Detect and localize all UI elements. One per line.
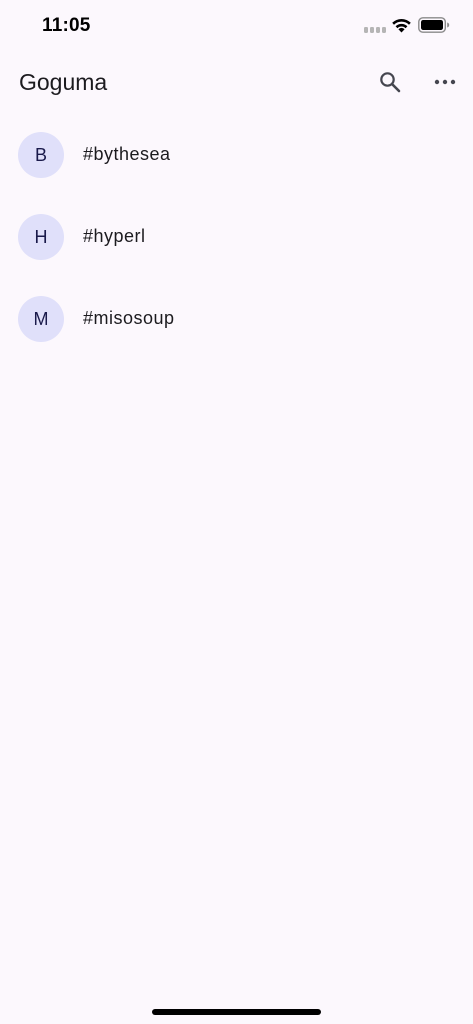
- channel-avatar: B: [18, 132, 64, 178]
- more-horizontal-icon: [434, 79, 456, 85]
- channel-list-item[interactable]: M #misosoup: [0, 278, 473, 360]
- channel-avatar: H: [18, 214, 64, 260]
- app-bar: Goguma: [0, 56, 473, 112]
- status-time: 11:05: [42, 15, 91, 36]
- status-bar: 11:05: [0, 0, 473, 54]
- channel-avatar: M: [18, 296, 64, 342]
- channel-name: #hyperl: [83, 226, 146, 246]
- home-indicator[interactable]: [152, 1009, 321, 1015]
- more-options-button[interactable]: [423, 60, 467, 104]
- app-title: Goguma: [19, 69, 108, 95]
- channel-name: #misosoup: [83, 308, 175, 328]
- wifi-icon: [392, 19, 411, 33]
- channel-list-item[interactable]: H #hyperl: [0, 196, 473, 278]
- cellular-signal-icon: [364, 27, 386, 33]
- search-icon: [380, 72, 401, 93]
- search-button[interactable]: [368, 60, 412, 104]
- channel-list-item[interactable]: B #bythesea: [0, 114, 473, 196]
- battery-icon: [418, 17, 450, 33]
- channel-list: B #bythesea H #hyperl M #misosoup: [0, 114, 473, 360]
- channel-name: #bythesea: [83, 144, 171, 164]
- app-screen: 11:05 Goguma B #bythesea H #hyperl M #mi…: [0, 0, 473, 1024]
